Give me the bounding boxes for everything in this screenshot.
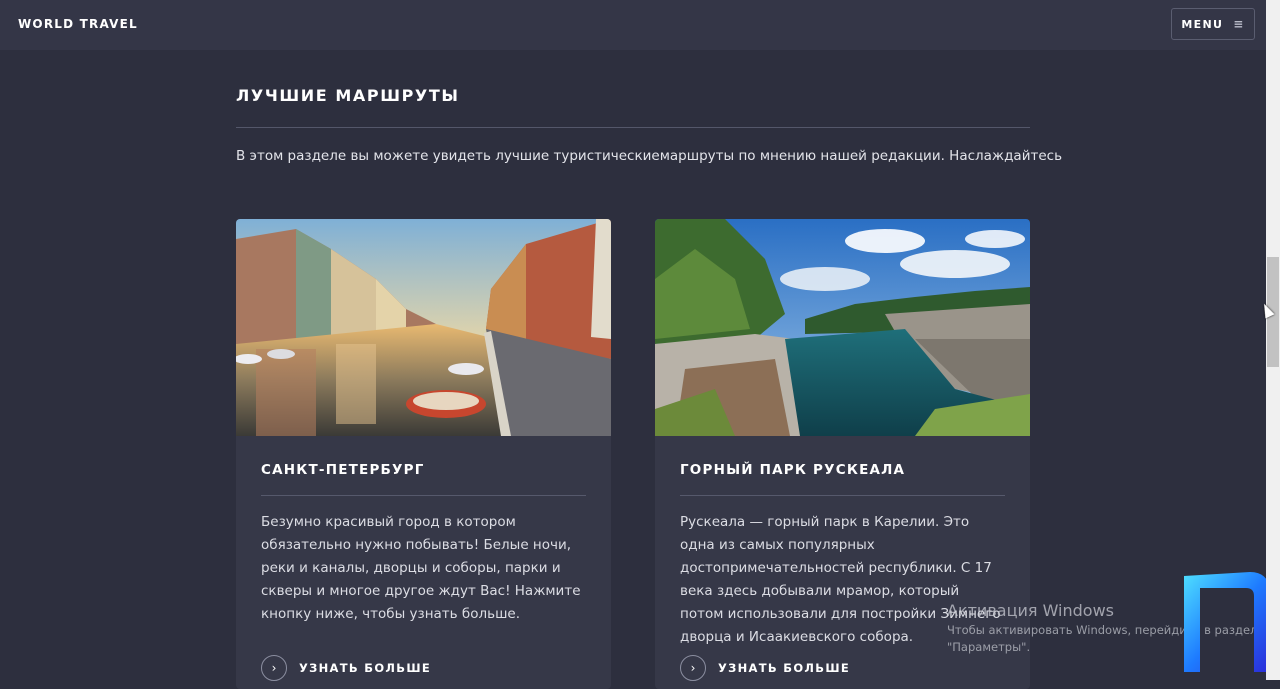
spb-canal-image — [236, 219, 611, 436]
menu-button[interactable]: MENU ≡ — [1171, 8, 1255, 40]
card-title: САНКТ-ПЕТЕРБУРГ — [261, 462, 425, 478]
chevron-right-icon: › — [261, 655, 287, 681]
card-divider — [261, 495, 586, 496]
route-card-spb: САНКТ-ПЕТЕРБУРГ Безумно красивый город в… — [236, 219, 611, 689]
section-title: ЛУЧШИЕ МАРШРУТЫ — [236, 86, 460, 105]
top-header: WORLD TRAVEL MENU ≡ — [0, 0, 1266, 50]
section-description: В этом разделе вы можете увидеть лучшие … — [236, 148, 1063, 164]
learn-more-button[interactable]: › УЗНАТЬ БОЛЬШЕ — [261, 655, 431, 681]
learn-more-button[interactable]: › УЗНАТЬ БОЛЬШЕ — [680, 655, 850, 681]
learn-more-label: УЗНАТЬ БОЛЬШЕ — [299, 661, 431, 675]
section-divider — [236, 127, 1030, 128]
learn-more-label: УЗНАТЬ БОЛЬШЕ — [718, 661, 850, 675]
card-title: ГОРНЫЙ ПАРК РУСКЕАЛА — [680, 462, 906, 478]
hamburger-icon: ≡ — [1233, 17, 1245, 31]
app-logo-icon — [1184, 572, 1270, 672]
windows-activation-line2: "Параметры". — [947, 640, 1031, 654]
card-divider — [680, 495, 1005, 496]
ruskeala-canyon-image — [655, 219, 1030, 436]
windows-activation-title: Активация Windows — [947, 601, 1114, 620]
brand-logo[interactable]: WORLD TRAVEL — [18, 17, 138, 31]
card-text: Безумно красивый город в котором обязате… — [261, 514, 581, 622]
chevron-right-icon: › — [680, 655, 706, 681]
menu-label: MENU — [1181, 17, 1224, 31]
